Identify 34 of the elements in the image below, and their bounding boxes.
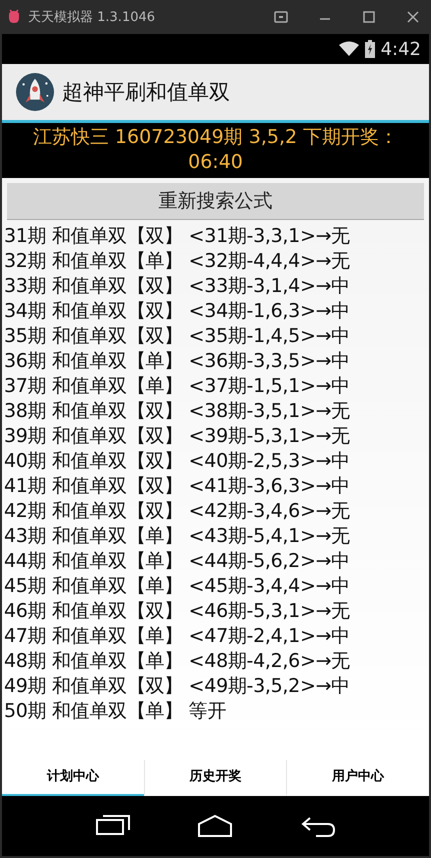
rocket-icon bbox=[16, 73, 54, 111]
result-row-text: 32期 和值单双【单】 <32期-4,4,4>→无 bbox=[3, 249, 351, 274]
result-row-text: 46期 和值单双【双】 <46期-5,3,1>→无 bbox=[3, 599, 351, 624]
result-row-text: 43期 和值单双【单】 <43期-5,4,1>→无 bbox=[3, 524, 351, 549]
result-row-text: 33期 和值单双【双】 <33期-3,1,4>→中 bbox=[3, 274, 351, 299]
maximize-icon[interactable] bbox=[361, 9, 377, 25]
result-row-text: 48期 和值单双【单】 <48期-4,2,6>→无 bbox=[3, 649, 351, 674]
result-row-text: 35期 和值单双【双】 <35期-1,4,5>→中 bbox=[3, 324, 351, 349]
result-row-text: 37期 和值单双【单】 <37期-1,5,1>→中 bbox=[3, 374, 351, 399]
app-title: 超神平刷和值单双 bbox=[62, 79, 230, 106]
lottery-info: 江苏快三 160723049期 3,5,2 下期开奖：06:40 bbox=[32, 126, 398, 173]
result-row-text: 34期 和值单双【双】 <34期-1,6,3>→中 bbox=[3, 299, 351, 324]
result-row-text: 44期 和值单双【单】 <44期-5,6,2>→中 bbox=[3, 549, 351, 574]
result-row-text: 50期 和值单双【单】 等开 bbox=[3, 699, 228, 724]
battery-icon bbox=[364, 40, 375, 58]
recent-apps-icon[interactable] bbox=[95, 814, 132, 838]
result-row-text: 41期 和值单双【双】 <41期-3,6,3>→中 bbox=[3, 474, 351, 499]
screenshot-icon[interactable] bbox=[273, 9, 289, 25]
result-row-text: 49期 和值单双【双】 <49期-3,5,2>→中 bbox=[3, 674, 351, 699]
bug-icon bbox=[6, 9, 22, 25]
search-formula-button[interactable]: 重新搜索公式 bbox=[7, 183, 424, 220]
status-time: 4:42 bbox=[380, 38, 421, 60]
close-icon[interactable] bbox=[405, 9, 421, 25]
result-row-text: 39期 和值单双【双】 <39期-5,3,1>→无 bbox=[3, 424, 351, 449]
result-row-text: 45期 和值单双【单】 <45期-3,4,4>→中 bbox=[3, 574, 351, 599]
result-row-text: 42期 和值单双【双】 <42期-3,4,6>→无 bbox=[3, 499, 351, 524]
result-row-text: 40期 和值单双【双】 <40期-2,5,3>→中 bbox=[3, 449, 351, 474]
wifi-icon bbox=[338, 41, 359, 57]
result-row-text: 31期 和值单双【双】 <31期-3,3,1>→无 bbox=[3, 224, 351, 249]
result-row-text: 36期 和值单双【单】 <36期-3,3,5>→中 bbox=[3, 349, 351, 374]
home-icon[interactable] bbox=[197, 814, 234, 838]
result-row-text: 47期 和值单双【单】 <47期-2,4,1>→中 bbox=[3, 624, 351, 649]
window-title: 天天模拟器 1.3.1046 bbox=[28, 9, 156, 26]
result-row-text: 38期 和值单双【双】 <38期-3,5,1>→无 bbox=[3, 399, 351, 424]
